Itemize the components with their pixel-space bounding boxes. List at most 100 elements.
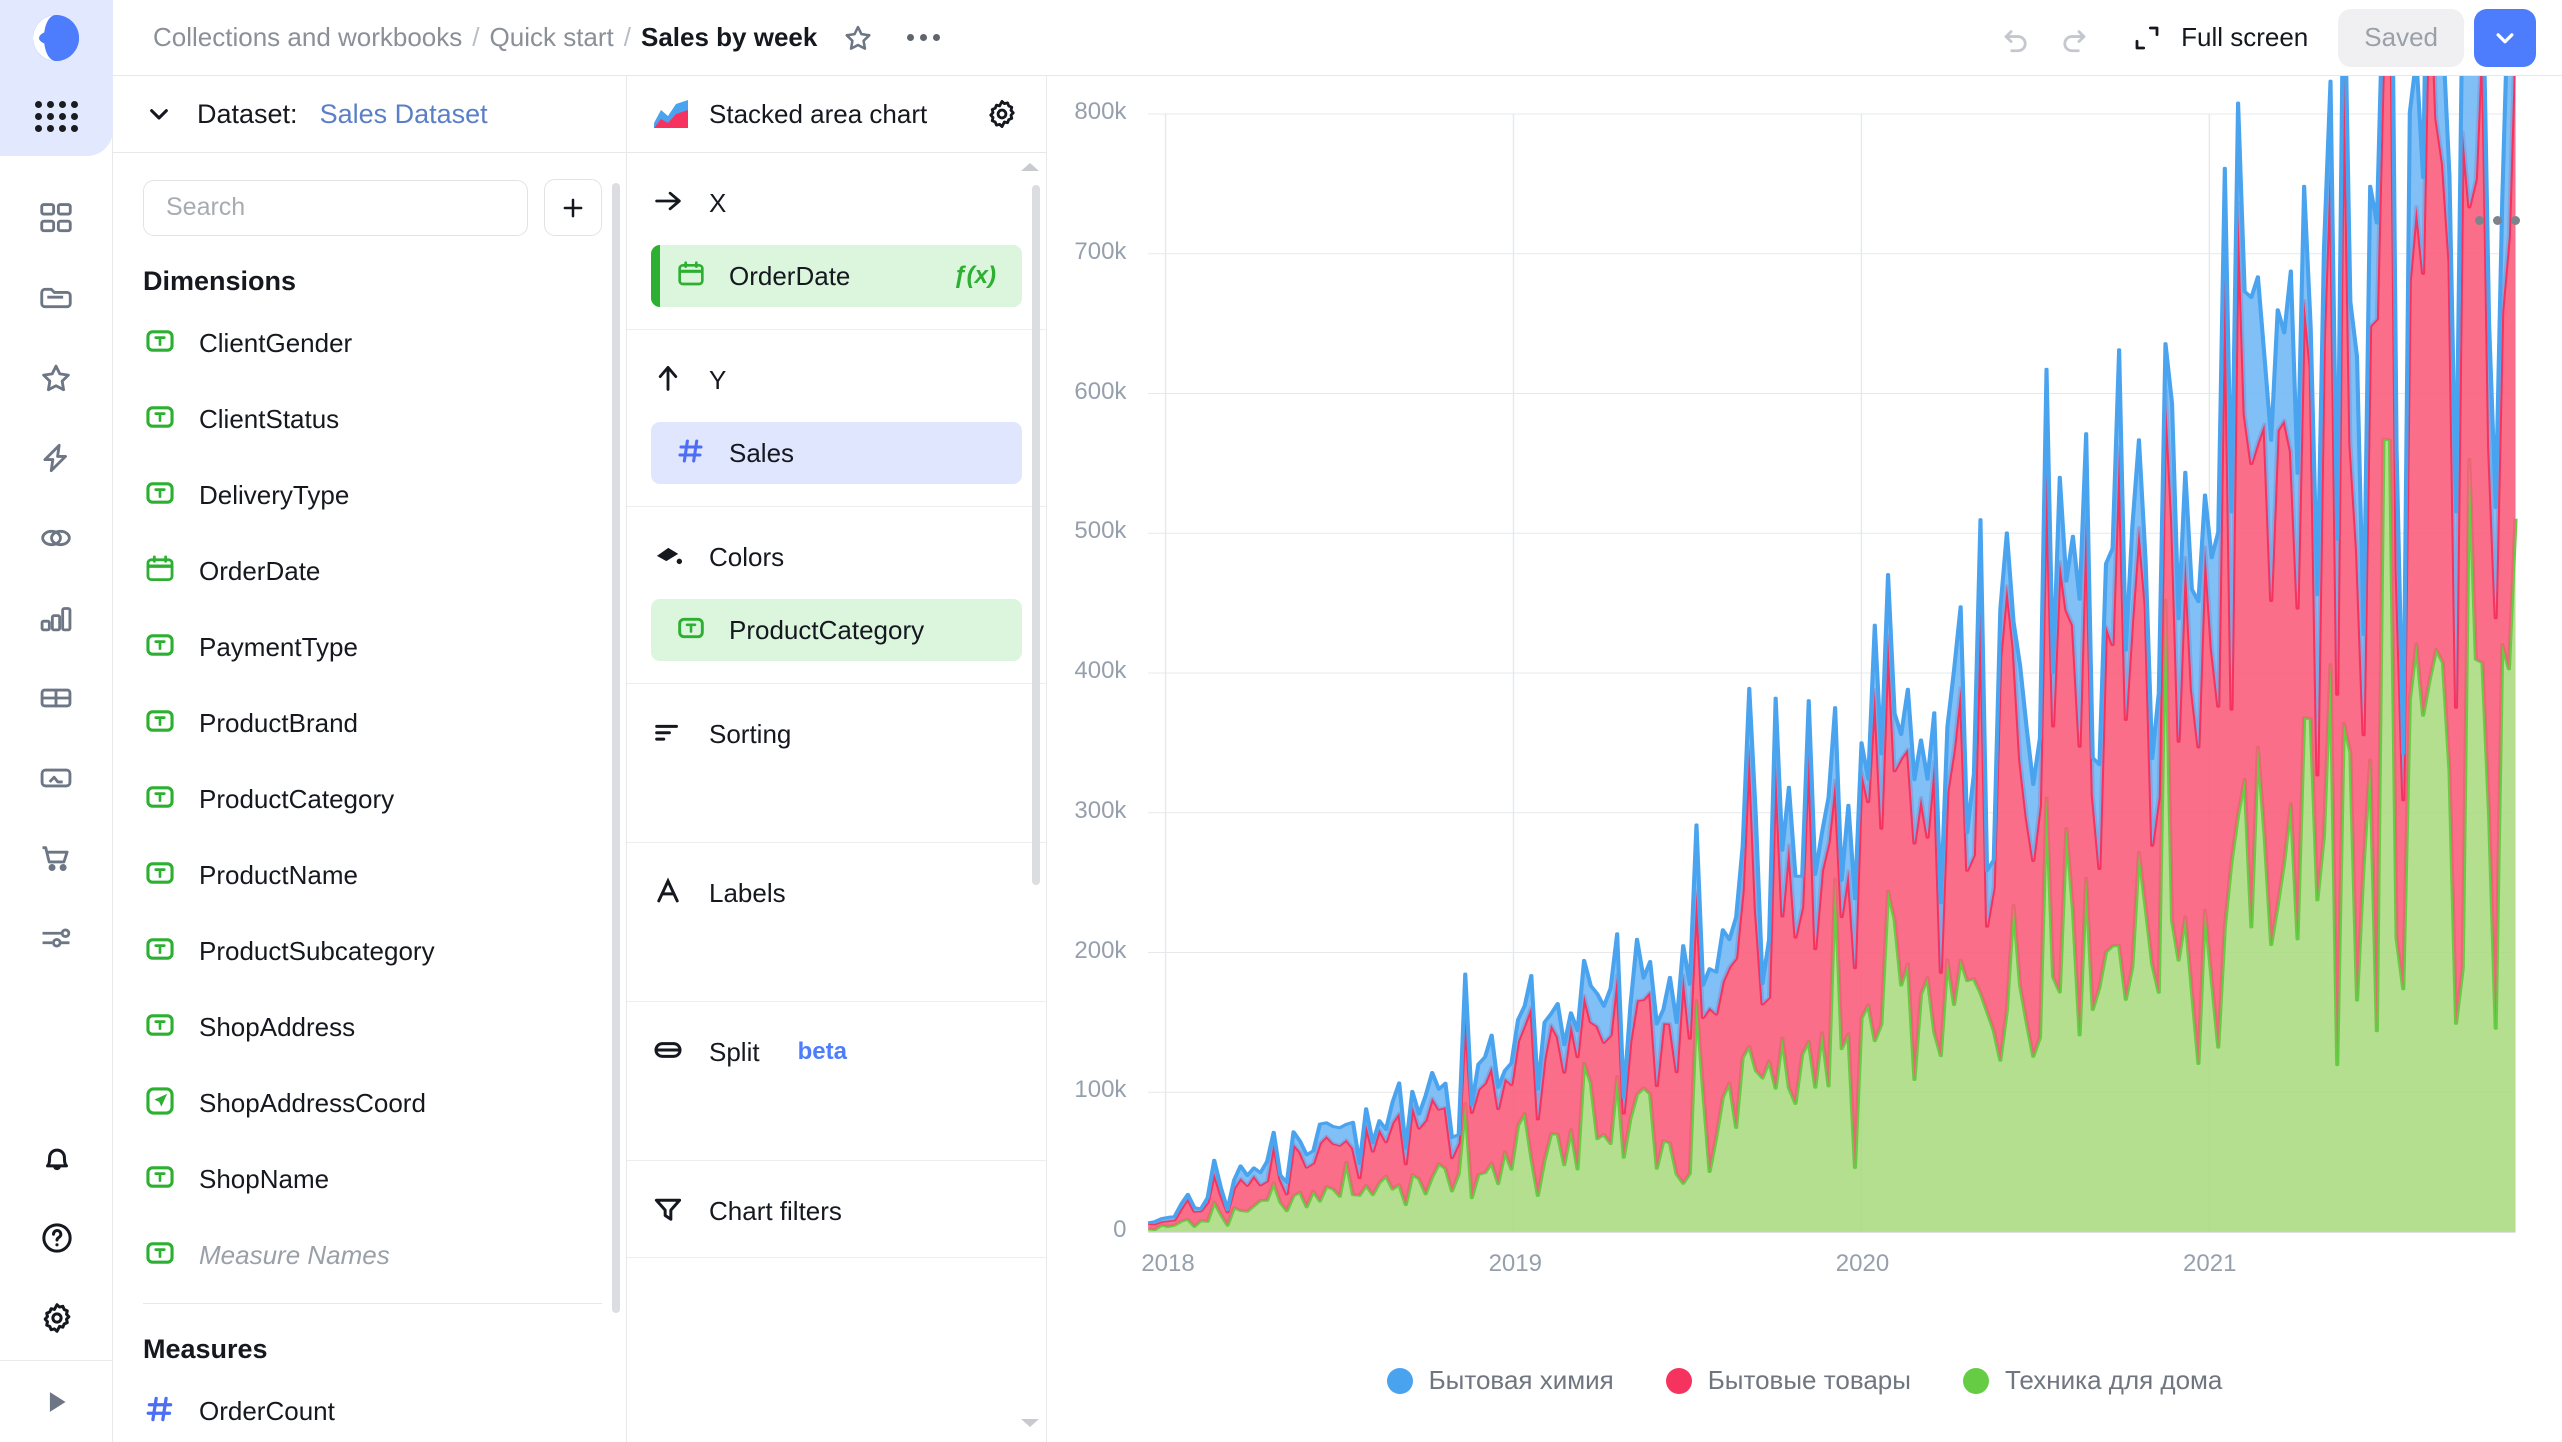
chart-more-options-button[interactable] [2475,216,2520,225]
config-field-chip[interactable]: OrderDateƒ(x) [651,245,1022,307]
rail-item-settings-controls[interactable] [0,898,113,978]
chart-config-panel: Stacked area chart X OrderDateƒ(x) Y Sales C… [627,76,1047,1442]
config-field-chip[interactable]: ProductCategory [651,599,1022,661]
field-type-icon [675,258,707,295]
arrow-right-icon [651,184,685,223]
breadcrumb-item-collections[interactable]: Collections and workbooks [153,22,462,53]
legend-item[interactable]: Бытовые товары [1666,1365,1911,1396]
rail-item-media[interactable] [0,738,113,818]
field-label: ProductSubcategory [199,936,435,967]
dimension-field-row[interactable]: ProductBrand [143,685,602,761]
rail-item-notifications[interactable] [0,1118,113,1198]
text-field-icon [143,780,177,814]
dimension-field-row[interactable]: ClientStatus [143,381,602,457]
rail-item-favorites[interactable] [0,338,113,418]
dimension-field-row[interactable]: ClientGender [143,305,602,381]
config-section-split: Splitbeta [627,1002,1046,1161]
rail-item-dashboards[interactable] [0,178,113,258]
legend-item[interactable]: Бытовая химия [1387,1365,1614,1396]
stacked-area-plot[interactable] [1047,76,2562,1442]
save-options-dropdown-button[interactable] [2474,9,2536,67]
config-section-header[interactable]: X [627,179,1046,227]
dataset-collapse-button[interactable] [143,98,175,130]
main-column: Collections and workbooks / Quick start … [113,0,2562,1442]
text-field-icon [143,400,177,434]
text-field-icon [143,856,177,890]
field-type-icon [143,780,177,819]
rail-item-help[interactable] [0,1198,113,1278]
breadcrumb-separator: / [472,22,479,53]
venn-circles-icon [37,519,75,557]
undo-button[interactable] [1987,9,2045,67]
config-section-header[interactable]: Y [627,356,1046,404]
star-icon [841,21,875,55]
rail-item-charts[interactable] [0,578,113,658]
dimensions-list: ClientGenderClientStatusDeliveryType Orde… [143,305,602,1293]
rail-item-settings[interactable] [0,1278,113,1358]
config-section-y: Y Sales [627,330,1046,507]
rail-item-marketplace[interactable] [0,818,113,898]
dimension-field-row[interactable]: DeliveryType [143,457,602,533]
dimension-field-row[interactable]: ShopAddressCoord [143,1065,602,1141]
config-section-header[interactable]: Labels [627,869,1046,917]
dimension-field-row[interactable]: ShopName [143,1141,602,1217]
config-scroll-down[interactable] [1018,1415,1042,1436]
dimension-field-row[interactable]: PaymentType [143,609,602,685]
config-section-x: X OrderDateƒ(x) [627,153,1046,330]
page-more-options-button[interactable] [899,26,948,49]
rail-expand-button[interactable] [0,1360,113,1442]
measures-list: OrderCount [143,1373,602,1442]
config-scroll-up[interactable] [1018,159,1042,180]
field-type-icon [143,1236,177,1275]
config-section-header[interactable]: Splitbeta [627,1028,1046,1076]
text-field-icon [143,1008,177,1042]
config-section-header[interactable]: Sorting [627,710,1046,758]
rail-item-datasets[interactable] [0,498,113,578]
dimension-field-row[interactable]: ProductCategory [143,761,602,837]
config-section-label: Y [709,365,726,396]
fullscreen-button[interactable]: Full screen [2125,14,2314,62]
x-axis-tick-label: 2019 [1489,1250,1542,1278]
config-scrollbar-thumb[interactable] [1032,185,1040,885]
dashboards-icon [37,199,75,237]
number-field-icon [675,435,707,467]
config-field-chip[interactable]: Sales [651,422,1022,484]
dimension-field-row[interactable]: ShopAddress [143,989,602,1065]
config-section-sorting: Sorting [627,684,1046,843]
chart-type-header: Stacked area chart [627,76,1046,153]
rail-item-connections[interactable] [0,418,113,498]
dimension-field-row[interactable]: ProductName [143,837,602,913]
top-header: Collections and workbooks / Quick start … [113,0,2562,76]
config-section-header[interactable]: Colors [627,533,1046,581]
config-section-colors: Colors ProductCategory [627,507,1046,684]
chevron-down-icon [2490,23,2520,53]
chart-settings-button[interactable] [984,96,1020,132]
app-logo[interactable] [0,0,113,76]
redo-button[interactable] [2045,9,2103,67]
favorite-star-button[interactable] [841,21,875,55]
dataset-label: Dataset: [197,99,298,130]
rail-item-tables[interactable] [0,658,113,738]
legend-item[interactable]: Техника для дома [1963,1365,2222,1396]
y-axis-tick-label: 700k [1074,238,1126,266]
field-label: OrderDate [199,556,320,587]
apps-grid-button[interactable] [0,76,113,156]
chip-accent-bar [651,245,660,307]
breadcrumb-item-quickstart[interactable]: Quick start [490,22,614,53]
config-section-label: Colors [709,542,784,573]
config-section-header[interactable]: Chart filters [627,1187,1046,1235]
add-field-button[interactable] [544,179,602,236]
app-logo-icon [28,10,84,66]
rail-item-collections[interactable] [0,258,113,338]
config-section-label: Chart filters [709,1196,842,1227]
measure-field-row[interactable]: OrderCount [143,1373,602,1442]
field-type-icon [143,932,177,971]
saved-status-button[interactable]: Saved [2338,9,2464,67]
app-root: Collections and workbooks / Quick start … [0,0,2562,1442]
dimension-field-row[interactable]: Measure Names [143,1217,602,1293]
dataset-name-link[interactable]: Sales Dataset [320,99,488,130]
dimension-field-row[interactable]: ProductSubcategory [143,913,602,989]
dataset-scrollbar-thumb[interactable] [612,183,620,1313]
dimension-field-row[interactable]: OrderDate [143,533,602,609]
search-input[interactable] [143,180,528,236]
